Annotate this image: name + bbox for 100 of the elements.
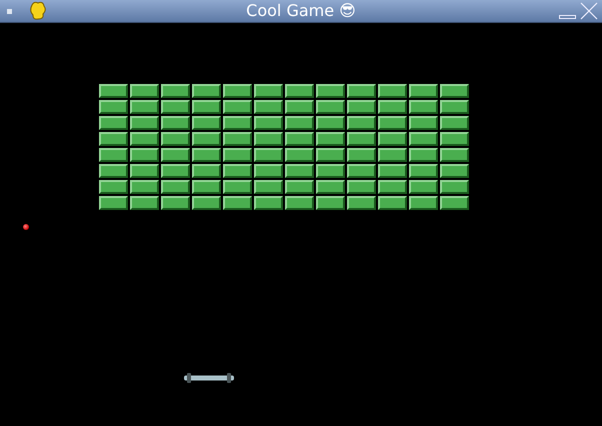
brick bbox=[130, 148, 159, 162]
brick bbox=[316, 164, 345, 178]
brick bbox=[130, 196, 159, 210]
brick bbox=[99, 132, 128, 146]
brick bbox=[347, 196, 376, 210]
brick bbox=[316, 196, 345, 210]
brick bbox=[161, 100, 190, 114]
brick bbox=[285, 132, 314, 146]
brick bbox=[285, 164, 314, 178]
brick bbox=[192, 196, 221, 210]
brick bbox=[409, 164, 438, 178]
brick bbox=[254, 164, 283, 178]
brick bbox=[378, 132, 407, 146]
brick bbox=[440, 84, 469, 98]
ball bbox=[23, 224, 29, 230]
brick bbox=[223, 148, 252, 162]
brick bbox=[409, 180, 438, 194]
brick bbox=[347, 132, 376, 146]
brick bbox=[254, 196, 283, 210]
brick bbox=[254, 180, 283, 194]
brick bbox=[130, 116, 159, 130]
brick bbox=[316, 132, 345, 146]
brick bbox=[223, 180, 252, 194]
brick bbox=[223, 196, 252, 210]
minimize-icon[interactable] bbox=[559, 15, 576, 19]
brick bbox=[192, 148, 221, 162]
brick bbox=[440, 148, 469, 162]
brick bbox=[316, 116, 345, 130]
brick bbox=[316, 148, 345, 162]
brick bbox=[409, 116, 438, 130]
brick bbox=[130, 100, 159, 114]
brick bbox=[316, 84, 345, 98]
brick bbox=[192, 164, 221, 178]
brick bbox=[254, 116, 283, 130]
brick bbox=[347, 100, 376, 114]
brick bbox=[161, 132, 190, 146]
brick bbox=[161, 196, 190, 210]
brick bbox=[347, 180, 376, 194]
brick bbox=[409, 148, 438, 162]
brick bbox=[254, 132, 283, 146]
brick bbox=[130, 84, 159, 98]
brick bbox=[130, 132, 159, 146]
brick bbox=[223, 100, 252, 114]
brick bbox=[99, 116, 128, 130]
blob-icon bbox=[28, 1, 48, 21]
brick bbox=[99, 100, 128, 114]
brick bbox=[223, 116, 252, 130]
brick bbox=[192, 180, 221, 194]
brick bbox=[378, 180, 407, 194]
brick bbox=[285, 180, 314, 194]
brick bbox=[285, 196, 314, 210]
brick bbox=[285, 116, 314, 130]
brick bbox=[440, 116, 469, 130]
brick bbox=[440, 180, 469, 194]
brick bbox=[347, 148, 376, 162]
brick bbox=[378, 196, 407, 210]
brick bbox=[440, 164, 469, 178]
brick bbox=[99, 164, 128, 178]
brick bbox=[285, 100, 314, 114]
brick bbox=[161, 180, 190, 194]
window-title: Cool Game 😎 bbox=[246, 1, 356, 20]
brick bbox=[161, 148, 190, 162]
brick bbox=[254, 148, 283, 162]
brick bbox=[223, 132, 252, 146]
brick bbox=[192, 132, 221, 146]
brick bbox=[161, 116, 190, 130]
brick bbox=[99, 84, 128, 98]
brick bbox=[130, 180, 159, 194]
brick bbox=[99, 196, 128, 210]
brick bbox=[409, 196, 438, 210]
brick bbox=[347, 116, 376, 130]
brick bbox=[378, 84, 407, 98]
brick bbox=[378, 148, 407, 162]
brick bbox=[440, 132, 469, 146]
brick bbox=[347, 84, 376, 98]
brick bbox=[440, 196, 469, 210]
brick bbox=[99, 148, 128, 162]
brick bbox=[316, 100, 345, 114]
brick bbox=[192, 84, 221, 98]
brick bbox=[316, 180, 345, 194]
brick bbox=[254, 84, 283, 98]
brick bbox=[409, 132, 438, 146]
close-icon[interactable] bbox=[580, 2, 598, 20]
brick bbox=[161, 164, 190, 178]
brick bbox=[161, 84, 190, 98]
brick bbox=[440, 100, 469, 114]
brick bbox=[347, 164, 376, 178]
paddle bbox=[183, 373, 235, 383]
brick bbox=[285, 148, 314, 162]
brick bbox=[378, 164, 407, 178]
brick bbox=[409, 100, 438, 114]
brick bbox=[254, 100, 283, 114]
brick bbox=[223, 164, 252, 178]
brick bbox=[223, 84, 252, 98]
brick bbox=[130, 164, 159, 178]
window-menu-icon[interactable] bbox=[7, 8, 12, 14]
brick bbox=[192, 116, 221, 130]
brick bbox=[409, 84, 438, 98]
brick bbox=[99, 180, 128, 194]
brick bbox=[378, 116, 407, 130]
